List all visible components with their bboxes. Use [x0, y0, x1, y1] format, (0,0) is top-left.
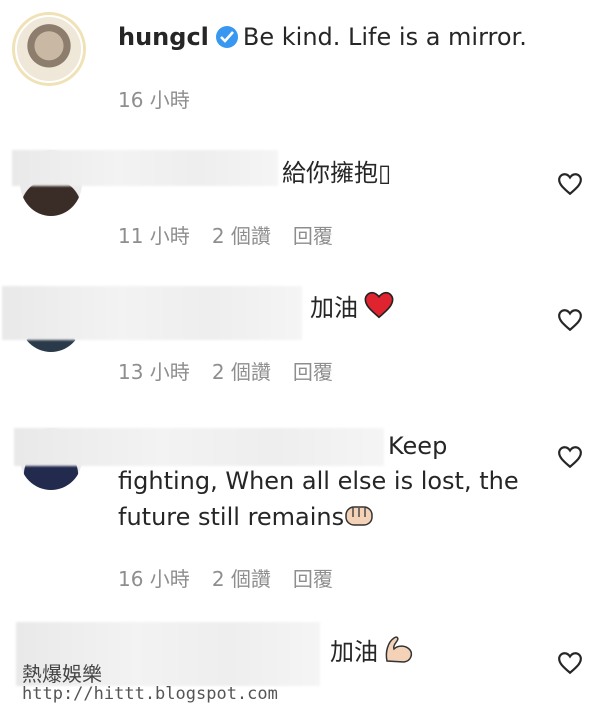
blurred-username	[14, 428, 384, 466]
comment-4-like-heart-icon[interactable]	[557, 651, 583, 675]
comment-likes[interactable]: 2 個讚	[212, 360, 271, 384]
comment-text: 加油	[330, 638, 378, 666]
comment-2-meta: 13 小時 2 個讚 回覆	[118, 356, 355, 385]
blurred-username	[2, 286, 302, 340]
comment-text: 加油	[310, 294, 358, 322]
comment-2-like-heart-icon[interactable]	[557, 308, 583, 332]
comment-time[interactable]: 13 小時	[118, 360, 190, 384]
comment-time[interactable]: 16 小時	[118, 567, 190, 591]
caption-avatar[interactable]	[12, 12, 86, 86]
fist-icon	[345, 506, 373, 526]
caption: hungcl Be kind. Life is a mirror.	[118, 20, 527, 54]
comment-3-text-line3: future still remains	[118, 499, 374, 535]
blurred-username	[12, 150, 278, 186]
comment-1-text: 給你擁抱▯	[282, 155, 391, 191]
flexed-biceps-icon	[385, 636, 413, 663]
caption-meta: 16 小時	[118, 84, 212, 113]
missing-glyph: ▯	[378, 159, 392, 187]
avatar-photo	[15, 15, 83, 83]
comment-likes[interactable]: 2 個讚	[212, 567, 271, 591]
comment-3-text-line1: Keep	[388, 432, 448, 460]
comment-text: future still remains	[118, 503, 345, 531]
comment-3-like-heart-icon[interactable]	[557, 445, 583, 469]
watermark-url: http://hittt.blogspot.com	[22, 684, 278, 704]
comment-3-meta: 16 小時 2 個讚 回覆	[118, 563, 355, 592]
caption-text: Be kind. Life is a mirror.	[242, 23, 527, 51]
red-heart-icon	[364, 291, 394, 319]
comment-3-text-line2: fighting, When all else is lost, the	[118, 467, 519, 495]
comment-time[interactable]: 11 小時	[118, 224, 190, 248]
comment-1-meta: 11 小時 2 個讚 回覆	[118, 220, 355, 249]
watermark-title: 熱爆娛樂	[22, 662, 102, 686]
comment-4-text: 加油	[330, 634, 416, 670]
comment-1-like-heart-icon[interactable]	[557, 172, 583, 196]
comment-likes[interactable]: 2 個讚	[212, 224, 271, 248]
verified-badge-icon	[215, 26, 238, 48]
reply-button[interactable]: 回覆	[293, 360, 333, 384]
caption-username[interactable]: hungcl	[118, 23, 209, 51]
reply-button[interactable]: 回覆	[293, 567, 333, 591]
comment-2-text: 加油	[310, 290, 396, 326]
caption-time[interactable]: 16 小時	[118, 88, 190, 112]
comment-text: 給你擁抱	[282, 159, 378, 187]
reply-button[interactable]: 回覆	[293, 224, 333, 248]
